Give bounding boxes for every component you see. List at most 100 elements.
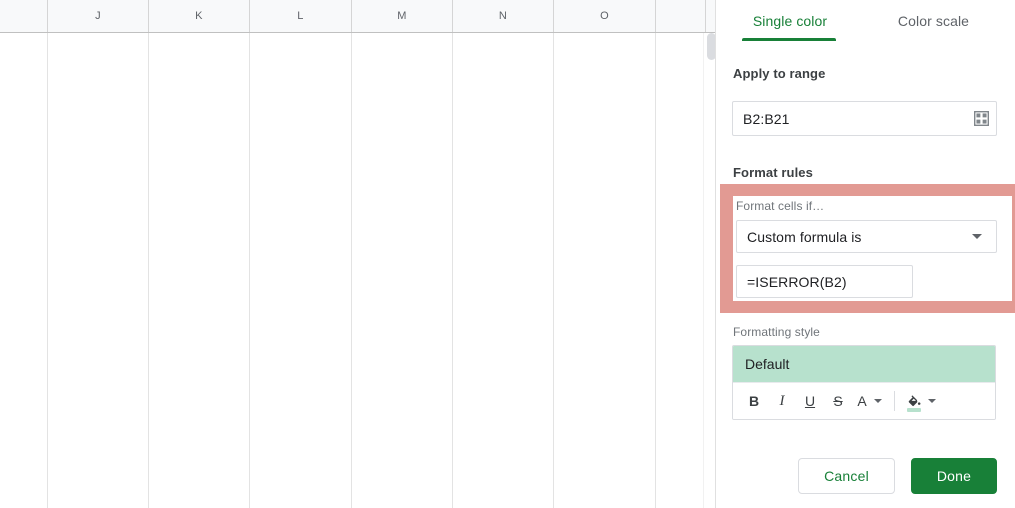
column-header-k[interactable]: K bbox=[149, 0, 250, 32]
grid-cell[interactable] bbox=[0, 243, 48, 264]
grid-cell[interactable] bbox=[554, 390, 656, 411]
grid-cell[interactable] bbox=[352, 264, 453, 285]
grid-cell[interactable] bbox=[48, 54, 149, 75]
grid-cell[interactable] bbox=[48, 453, 149, 474]
done-button[interactable]: Done bbox=[911, 458, 997, 494]
column-header-o[interactable]: O bbox=[554, 0, 656, 32]
grid-cell[interactable] bbox=[352, 411, 453, 432]
grid-cell[interactable] bbox=[250, 159, 352, 180]
grid-cell[interactable] bbox=[250, 180, 352, 201]
grid-cell[interactable] bbox=[149, 411, 250, 432]
grid-row[interactable] bbox=[0, 474, 716, 495]
grid-cell[interactable] bbox=[250, 369, 352, 390]
grid-row[interactable] bbox=[0, 348, 716, 369]
grid-cell[interactable] bbox=[554, 411, 656, 432]
grid-cell[interactable] bbox=[48, 33, 149, 54]
grid-cell[interactable] bbox=[554, 243, 656, 264]
grid-cell[interactable] bbox=[149, 75, 250, 96]
grid-cell[interactable] bbox=[0, 432, 48, 453]
grid-cell[interactable] bbox=[453, 222, 554, 243]
grid-cell[interactable] bbox=[0, 327, 48, 348]
grid-cell[interactable] bbox=[352, 348, 453, 369]
grid-cell[interactable] bbox=[554, 33, 656, 54]
grid-cell[interactable] bbox=[149, 306, 250, 327]
grid-cell[interactable] bbox=[352, 54, 453, 75]
grid-cell[interactable] bbox=[656, 369, 706, 390]
grid-cell[interactable] bbox=[554, 222, 656, 243]
grid-cell[interactable] bbox=[0, 369, 48, 390]
grid-cell[interactable] bbox=[656, 306, 706, 327]
grid-cell[interactable] bbox=[48, 201, 149, 222]
grid-cell[interactable] bbox=[250, 306, 352, 327]
grid-cell[interactable] bbox=[0, 159, 48, 180]
grid-row[interactable] bbox=[0, 159, 716, 180]
grid-cell[interactable] bbox=[48, 369, 149, 390]
grid-cell[interactable] bbox=[453, 348, 554, 369]
grid-cell[interactable] bbox=[250, 96, 352, 117]
grid-cell[interactable] bbox=[250, 495, 352, 508]
grid-cell[interactable] bbox=[554, 117, 656, 138]
condition-type-select[interactable]: Custom formula is bbox=[736, 220, 997, 253]
grid-cell[interactable] bbox=[352, 138, 453, 159]
fill-color-chevron-down-icon[interactable] bbox=[928, 399, 936, 403]
grid-cell[interactable] bbox=[0, 474, 48, 495]
grid-cell[interactable] bbox=[656, 348, 706, 369]
grid-cell[interactable] bbox=[656, 180, 706, 201]
grid-cell[interactable] bbox=[0, 96, 48, 117]
grid-cell[interactable] bbox=[656, 390, 706, 411]
grid-row[interactable] bbox=[0, 390, 716, 411]
underline-button[interactable]: U bbox=[797, 388, 823, 414]
grid-cell[interactable] bbox=[149, 285, 250, 306]
grid-cell[interactable] bbox=[250, 117, 352, 138]
grid-cell[interactable] bbox=[149, 243, 250, 264]
grid-cell[interactable] bbox=[554, 96, 656, 117]
grid-cell[interactable] bbox=[656, 54, 706, 75]
grid-cell[interactable] bbox=[352, 222, 453, 243]
text-color-button[interactable]: A bbox=[853, 388, 871, 414]
bold-button[interactable]: B bbox=[741, 388, 767, 414]
grid-cell[interactable] bbox=[453, 390, 554, 411]
grid-cell[interactable] bbox=[0, 264, 48, 285]
grid-cell[interactable] bbox=[149, 33, 250, 54]
grid-cell[interactable] bbox=[554, 453, 656, 474]
grid-cell[interactable] bbox=[250, 411, 352, 432]
grid-cell[interactable] bbox=[656, 453, 706, 474]
cancel-button[interactable]: Cancel bbox=[798, 458, 895, 494]
grid-cell[interactable] bbox=[48, 138, 149, 159]
grid-cell[interactable] bbox=[453, 96, 554, 117]
grid-row[interactable] bbox=[0, 306, 716, 327]
grid-row[interactable] bbox=[0, 243, 716, 264]
grid-cell[interactable] bbox=[149, 474, 250, 495]
grid-cell[interactable] bbox=[554, 474, 656, 495]
grid-cell[interactable] bbox=[250, 453, 352, 474]
grid-cell[interactable] bbox=[453, 369, 554, 390]
grid-row[interactable] bbox=[0, 264, 716, 285]
grid-cell[interactable] bbox=[250, 201, 352, 222]
grid-cell[interactable] bbox=[149, 222, 250, 243]
apply-to-range-field[interactable]: B2:B21 bbox=[732, 101, 997, 136]
grid-cell[interactable] bbox=[0, 495, 48, 508]
grid-cell[interactable] bbox=[453, 306, 554, 327]
grid-cell[interactable] bbox=[352, 495, 453, 508]
grid-cell[interactable] bbox=[352, 285, 453, 306]
grid-cell[interactable] bbox=[48, 159, 149, 180]
grid-cell[interactable] bbox=[149, 369, 250, 390]
grid-cell[interactable] bbox=[0, 180, 48, 201]
grid-cell[interactable] bbox=[352, 117, 453, 138]
grid-cell[interactable] bbox=[149, 201, 250, 222]
grid-cell[interactable] bbox=[149, 453, 250, 474]
column-header-blank[interactable] bbox=[0, 0, 48, 32]
grid-cell[interactable] bbox=[149, 180, 250, 201]
grid-cell[interactable] bbox=[250, 33, 352, 54]
grid-cell[interactable] bbox=[554, 264, 656, 285]
grid-cell[interactable] bbox=[656, 243, 706, 264]
grid-cell[interactable] bbox=[554, 306, 656, 327]
grid-cell[interactable] bbox=[453, 327, 554, 348]
grid-cell[interactable] bbox=[656, 222, 706, 243]
grid-cell[interactable] bbox=[0, 138, 48, 159]
column-header-n[interactable]: N bbox=[453, 0, 554, 32]
grid-row[interactable] bbox=[0, 201, 716, 222]
grid-cell[interactable] bbox=[453, 285, 554, 306]
grid-cell[interactable] bbox=[554, 327, 656, 348]
grid-cell[interactable] bbox=[149, 390, 250, 411]
